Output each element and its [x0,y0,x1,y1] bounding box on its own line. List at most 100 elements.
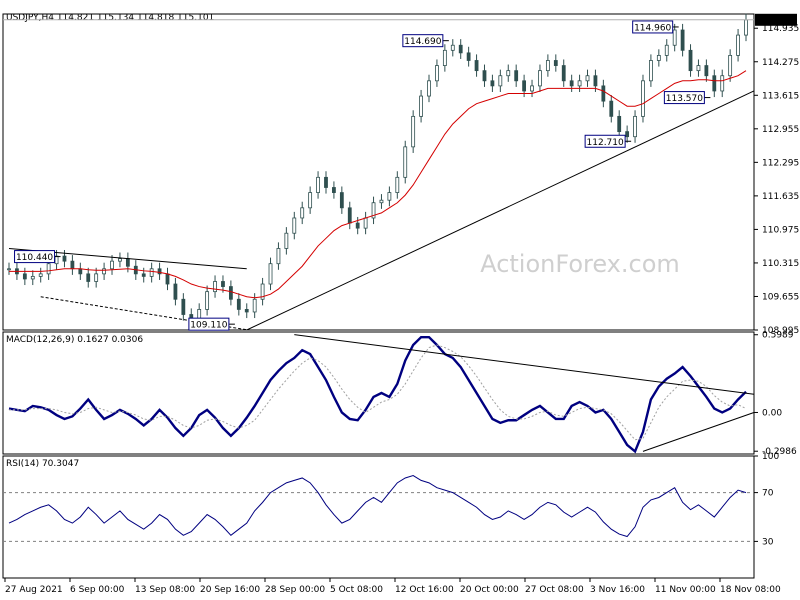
candle-body [46,263,51,275]
candle-body [355,222,360,229]
macd-axis-label: 0.5989 [762,331,794,341]
candle-body [728,55,733,77]
candle-body [292,217,297,234]
candle-body [70,260,75,270]
price-axis-label: 113.615 [762,91,799,101]
candle-body [482,70,487,82]
candle-body [427,80,431,97]
candle-body [720,75,725,92]
chart-root: ActionForex.com USDJPY,H4 114.821 115.134… [0,0,800,600]
candle-body [450,44,455,51]
chart-svg: ActionForex.com USDJPY,H4 114.821 115.134… [2,13,799,595]
candle-body [284,232,289,249]
candle-body [736,34,740,56]
trendline-rising-support [246,90,755,331]
candle-body [419,95,423,117]
candle-body [62,255,67,262]
candle-body [221,281,225,287]
candle-body [656,55,661,61]
candle-body [403,146,408,178]
price-axis-label: 109.655 [762,292,799,302]
candle-body [205,291,210,310]
x-axis-label: 13 Sep 08:00 [135,585,195,595]
candle-body [181,298,186,315]
candle-body [7,268,11,271]
candle-body [78,268,83,275]
candle-body [173,283,178,300]
candle-body [54,255,59,265]
candle-body [316,176,320,193]
candle-body [474,60,479,72]
price-axis-label: 112.295 [762,158,799,168]
macd-series-macd [8,335,747,454]
x-axis-label: 11 Nov 00:00 [655,585,716,595]
candle-body [324,176,328,188]
candle-body [649,60,653,82]
annotation-label: 112.710 [587,138,624,148]
candle-body [102,268,106,275]
candle-body [395,176,400,193]
candle-body [165,273,170,285]
last-price-label: 115.101 [757,16,794,26]
rsi-axis-label: 30 [762,537,774,547]
price-axis-label: 111.635 [762,192,799,202]
annotation-label: 114.690 [404,37,441,47]
candle-body [466,52,471,61]
candle-body [252,298,257,313]
candle-body [110,260,114,270]
candle-body [308,192,313,209]
annotation-label: 114.960 [634,23,671,33]
annotation-label: 113.570 [666,94,703,104]
x-axis-label: 27 Oct 08:00 [525,585,584,595]
candle-body [641,80,645,117]
candle-body [577,80,582,87]
candle-body [744,19,748,36]
candle-body [569,80,574,87]
candle-body [633,115,637,138]
rsi-axis-label: 70 [762,489,774,499]
watermark: ActionForex.com [480,250,680,278]
x-axis-label: 20 Oct 00:00 [460,585,519,595]
candle-body [30,276,35,280]
rsi-axis-label: 100 [762,452,779,462]
trendline-macd-support [642,411,755,452]
candle-body [664,44,669,56]
x-axis-label: 20 Sep 16:00 [200,585,260,595]
candle-body [435,65,439,82]
candle-body [490,80,495,87]
candle-body [268,263,273,285]
candle-body [244,309,249,313]
trendline-macd-resistance [294,334,754,395]
annotation-label: 109.110 [190,321,227,331]
candle-body [38,273,43,277]
x-axis-label: 6 Sep 00:00 [70,585,125,595]
candle-body [514,70,519,82]
candle-body [300,207,305,219]
candle-body [458,44,463,54]
macd-panel-title: MACD(12,26,9) 0.1627 0.0306 [6,335,143,345]
macd-axis-label: 0.00 [762,408,782,418]
candle-body [538,70,542,87]
candle-body [332,187,336,193]
price-axis-label: 110.975 [762,225,799,235]
candle-body [601,85,606,102]
candle-body [213,281,217,293]
price-axis-label: 110.315 [762,259,799,269]
candle-body [387,192,392,201]
candle-body [625,131,630,138]
x-axis-label: 28 Sep 00:00 [265,585,325,595]
candle-body [149,268,154,277]
candle-body [545,60,550,72]
candle-body [609,100,614,117]
candle-body [704,65,709,77]
price-panel-title: USDJPY,H4 114.821 115.134 114.818 115.10… [6,13,214,23]
candle-body [141,273,146,277]
candle-body [442,49,447,66]
x-axis-label: 5 Oct 08:00 [330,585,383,595]
candle-body [236,298,241,310]
candle-body [530,85,534,92]
x-axis-label: 27 Aug 2021 [5,585,63,595]
candle-body [585,75,590,82]
candle-body [712,75,717,92]
candle-body [506,70,511,77]
